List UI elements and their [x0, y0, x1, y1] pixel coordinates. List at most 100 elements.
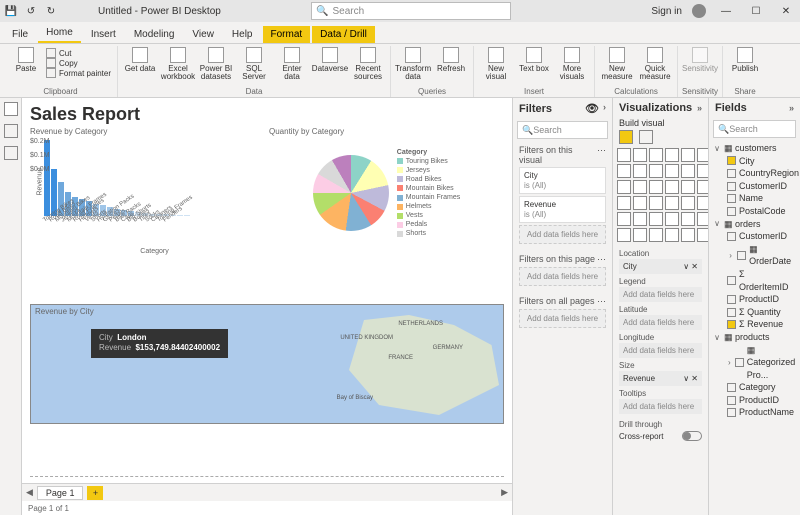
- viz-type-icon[interactable]: [649, 148, 663, 162]
- filter-card-revenue[interactable]: Revenueis (All): [519, 196, 606, 223]
- viz-type-icon[interactable]: [665, 196, 679, 210]
- model-view-icon[interactable]: [4, 146, 18, 160]
- maximize-button[interactable]: ☐: [746, 6, 766, 17]
- paste-button[interactable]: Paste: [8, 46, 44, 80]
- field-Revenue[interactable]: Σ Revenue: [713, 318, 796, 331]
- tab-modeling[interactable]: Modeling: [126, 26, 183, 43]
- viz-type-icon[interactable]: [665, 228, 679, 242]
- quick-measure-button[interactable]: Quick measure: [637, 46, 673, 82]
- viz-type-icon[interactable]: [681, 212, 695, 226]
- viz-type-icon[interactable]: [697, 180, 708, 194]
- global-search[interactable]: 🔍 Search: [311, 2, 511, 20]
- viz-type-icon[interactable]: [633, 228, 647, 242]
- add-page-button[interactable]: +: [87, 486, 103, 500]
- redo-icon[interactable]: ↻: [44, 4, 58, 18]
- viz-type-icon[interactable]: [649, 212, 663, 226]
- refresh-button[interactable]: Refresh: [433, 46, 469, 82]
- page-prev-icon[interactable]: ◀: [26, 487, 33, 498]
- table-orders[interactable]: ∨▦ orders: [713, 218, 796, 231]
- bar[interactable]: [184, 215, 190, 216]
- viz-type-icon[interactable]: [697, 148, 708, 162]
- table-customers[interactable]: ∨▦ customers: [713, 142, 796, 155]
- format-tab-icon[interactable]: [639, 130, 653, 144]
- bar[interactable]: [177, 215, 183, 216]
- new-visual-button[interactable]: New visual: [478, 46, 514, 82]
- new-measure-button[interactable]: New measure: [599, 46, 635, 82]
- cut-button[interactable]: Cut: [46, 48, 111, 58]
- viz-lon-well[interactable]: Add data fields here: [619, 343, 702, 358]
- viz-type-icon[interactable]: [697, 196, 708, 210]
- filter-card-city[interactable]: Cityis (All): [519, 167, 606, 194]
- copy-button[interactable]: Copy: [46, 58, 111, 68]
- field-ProductName[interactable]: ProductName: [713, 406, 796, 419]
- dataverse-button[interactable]: Dataverse: [312, 46, 348, 82]
- data-view-icon[interactable]: [4, 124, 18, 138]
- sql-button[interactable]: SQL Server: [236, 46, 272, 82]
- viz-type-icon[interactable]: [633, 164, 647, 178]
- viz-type-icon[interactable]: [633, 196, 647, 210]
- viz-location-well[interactable]: City∨ ✕: [619, 259, 702, 274]
- undo-icon[interactable]: ↺: [24, 4, 38, 18]
- transform-data-button[interactable]: Transform data: [395, 46, 431, 82]
- viz-type-icon[interactable]: [649, 180, 663, 194]
- chevron-right-icon[interactable]: ›: [603, 102, 606, 115]
- get-data-button[interactable]: Get data: [122, 46, 158, 82]
- filters-visual-well[interactable]: Add data fields here: [519, 225, 606, 244]
- tab-home[interactable]: Home: [38, 24, 81, 43]
- viz-type-icon[interactable]: [633, 148, 647, 162]
- filters-search[interactable]: 🔍 Search: [517, 121, 608, 139]
- viz-type-icon[interactable]: [681, 148, 695, 162]
- tab-file[interactable]: File: [4, 26, 36, 43]
- viz-type-icon[interactable]: [617, 164, 631, 178]
- report-view-icon[interactable]: [4, 102, 18, 116]
- tab-help[interactable]: Help: [224, 26, 261, 43]
- viz-type-icon[interactable]: [617, 228, 631, 242]
- pbi-datasets-button[interactable]: Power BI datasets: [198, 46, 234, 82]
- close-button[interactable]: ✕: [776, 6, 796, 17]
- viz-type-icon[interactable]: [649, 196, 663, 210]
- page-next-icon[interactable]: ▶: [501, 487, 508, 498]
- table-products[interactable]: ∨▦ products: [713, 331, 796, 344]
- field-CountryRegion[interactable]: CountryRegion: [713, 167, 796, 180]
- more-visuals-button[interactable]: More visuals: [554, 46, 590, 82]
- build-tab-icon[interactable]: [619, 130, 633, 144]
- viz-type-icon[interactable]: [665, 212, 679, 226]
- excel-button[interactable]: Excel workbook: [160, 46, 196, 82]
- more-icon[interactable]: ⋯: [597, 296, 606, 307]
- field-ProductID[interactable]: ProductID: [713, 394, 796, 407]
- tab-insert[interactable]: Insert: [83, 26, 124, 43]
- viz-lat-well[interactable]: Add data fields here: [619, 315, 702, 330]
- field-Quantity[interactable]: Σ Quantity: [713, 306, 796, 319]
- sensitivity-button[interactable]: Sensitivity: [682, 46, 718, 74]
- publish-button[interactable]: Publish: [727, 46, 763, 74]
- field-Name[interactable]: Name: [713, 192, 796, 205]
- minimize-button[interactable]: —: [716, 6, 736, 17]
- quantity-by-category-chart[interactable]: Quantity by Category CategoryTouring Bik…: [269, 127, 504, 300]
- viz-type-icon[interactable]: [665, 180, 679, 194]
- filters-all-well[interactable]: Add data fields here: [519, 309, 606, 328]
- filters-page-well[interactable]: Add data fields here: [519, 267, 606, 286]
- viz-type-icon[interactable]: [617, 148, 631, 162]
- viz-type-icon[interactable]: [697, 164, 708, 178]
- viz-type-icon[interactable]: [617, 196, 631, 210]
- save-icon[interactable]: 💾: [4, 4, 18, 18]
- field-City[interactable]: City: [713, 155, 796, 168]
- tab-data-drill[interactable]: Data / Drill: [312, 26, 375, 43]
- viz-type-icon[interactable]: [633, 180, 647, 194]
- viz-type-icon[interactable]: [633, 212, 647, 226]
- tab-format[interactable]: Format: [263, 26, 311, 43]
- viz-type-icon[interactable]: [697, 212, 708, 226]
- field-CustomerID[interactable]: CustomerID: [713, 230, 796, 243]
- viz-type-icon[interactable]: [617, 180, 631, 194]
- field-PostalCode[interactable]: PostalCode: [713, 205, 796, 218]
- page-tab-1[interactable]: Page 1: [37, 486, 84, 500]
- fields-search[interactable]: 🔍 Search: [713, 120, 796, 138]
- revenue-by-category-chart[interactable]: Revenue by Category Revenue $0.2M$0.1M$0…: [30, 127, 265, 300]
- field-Categorized Pro...[interactable]: ›▦ Categorized Pro...: [713, 344, 796, 382]
- eye-icon[interactable]: 👁: [585, 102, 599, 115]
- chevron-right-icon[interactable]: »: [789, 103, 794, 113]
- more-icon[interactable]: ⋯: [597, 254, 606, 265]
- field-ProductID[interactable]: ProductID: [713, 293, 796, 306]
- viz-type-icon[interactable]: [665, 148, 679, 162]
- viz-type-icon[interactable]: [681, 164, 695, 178]
